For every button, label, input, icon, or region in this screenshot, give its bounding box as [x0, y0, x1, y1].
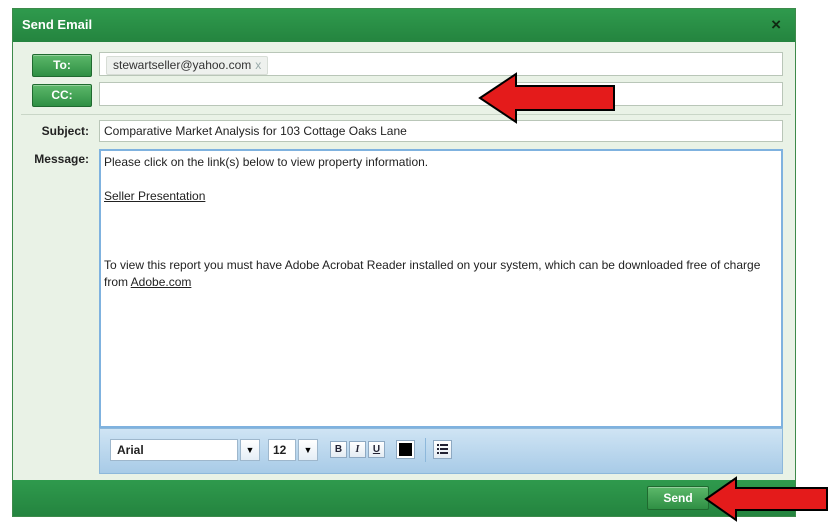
- send-email-dialog: Send Email × To: stewartseller@yahoo.com…: [12, 8, 796, 517]
- font-size-select[interactable]: 12: [268, 439, 296, 461]
- font-family-dropdown-icon[interactable]: ▼: [240, 439, 260, 461]
- list-icon[interactable]: [433, 440, 452, 459]
- text-color-button[interactable]: [396, 440, 415, 459]
- close-icon[interactable]: ×: [771, 15, 781, 35]
- remove-recipient-icon[interactable]: x: [255, 58, 261, 72]
- dialog-footer: Send: [13, 480, 795, 516]
- divider: [21, 114, 791, 115]
- seller-presentation-link[interactable]: Seller Presentation: [104, 189, 205, 203]
- font-size-dropdown-icon[interactable]: ▼: [298, 439, 318, 461]
- message-line-1: Please click on the link(s) below to vie…: [104, 155, 429, 169]
- message-line-3-prefix: from: [104, 275, 131, 289]
- subject-field[interactable]: Comparative Market Analysis for 103 Cott…: [99, 120, 783, 142]
- toolbar-separator: [425, 438, 426, 462]
- message-label: Message:: [34, 152, 89, 166]
- title-bar: Send Email ×: [13, 9, 795, 42]
- adobe-link[interactable]: Adobe.com: [131, 275, 192, 289]
- subject-label: Subject:: [41, 124, 89, 138]
- recipient-token: stewartseller@yahoo.com x: [106, 56, 269, 75]
- to-field[interactable]: stewartseller@yahoo.com x: [99, 52, 783, 76]
- message-editor[interactable]: Please click on the link(s) below to vie…: [99, 149, 783, 428]
- dialog-title: Send Email: [22, 17, 93, 32]
- editor-toolbar: Arial ▼ 12 ▼ B I U: [99, 428, 783, 474]
- cc-button[interactable]: CC:: [32, 84, 92, 107]
- font-family-select[interactable]: Arial: [110, 439, 238, 461]
- recipient-email: stewartseller@yahoo.com: [113, 58, 252, 72]
- annotation-arrow-cc: [478, 72, 615, 124]
- underline-button[interactable]: U: [368, 441, 385, 458]
- annotation-arrow-send: [704, 476, 828, 522]
- italic-button[interactable]: I: [349, 441, 366, 458]
- bold-button[interactable]: B: [330, 441, 347, 458]
- send-button[interactable]: Send: [647, 486, 709, 510]
- cc-field[interactable]: [99, 82, 783, 106]
- to-button[interactable]: To:: [32, 54, 92, 77]
- message-line-2: To view this report you must have Adobe …: [104, 258, 761, 272]
- color-swatch: [399, 443, 412, 456]
